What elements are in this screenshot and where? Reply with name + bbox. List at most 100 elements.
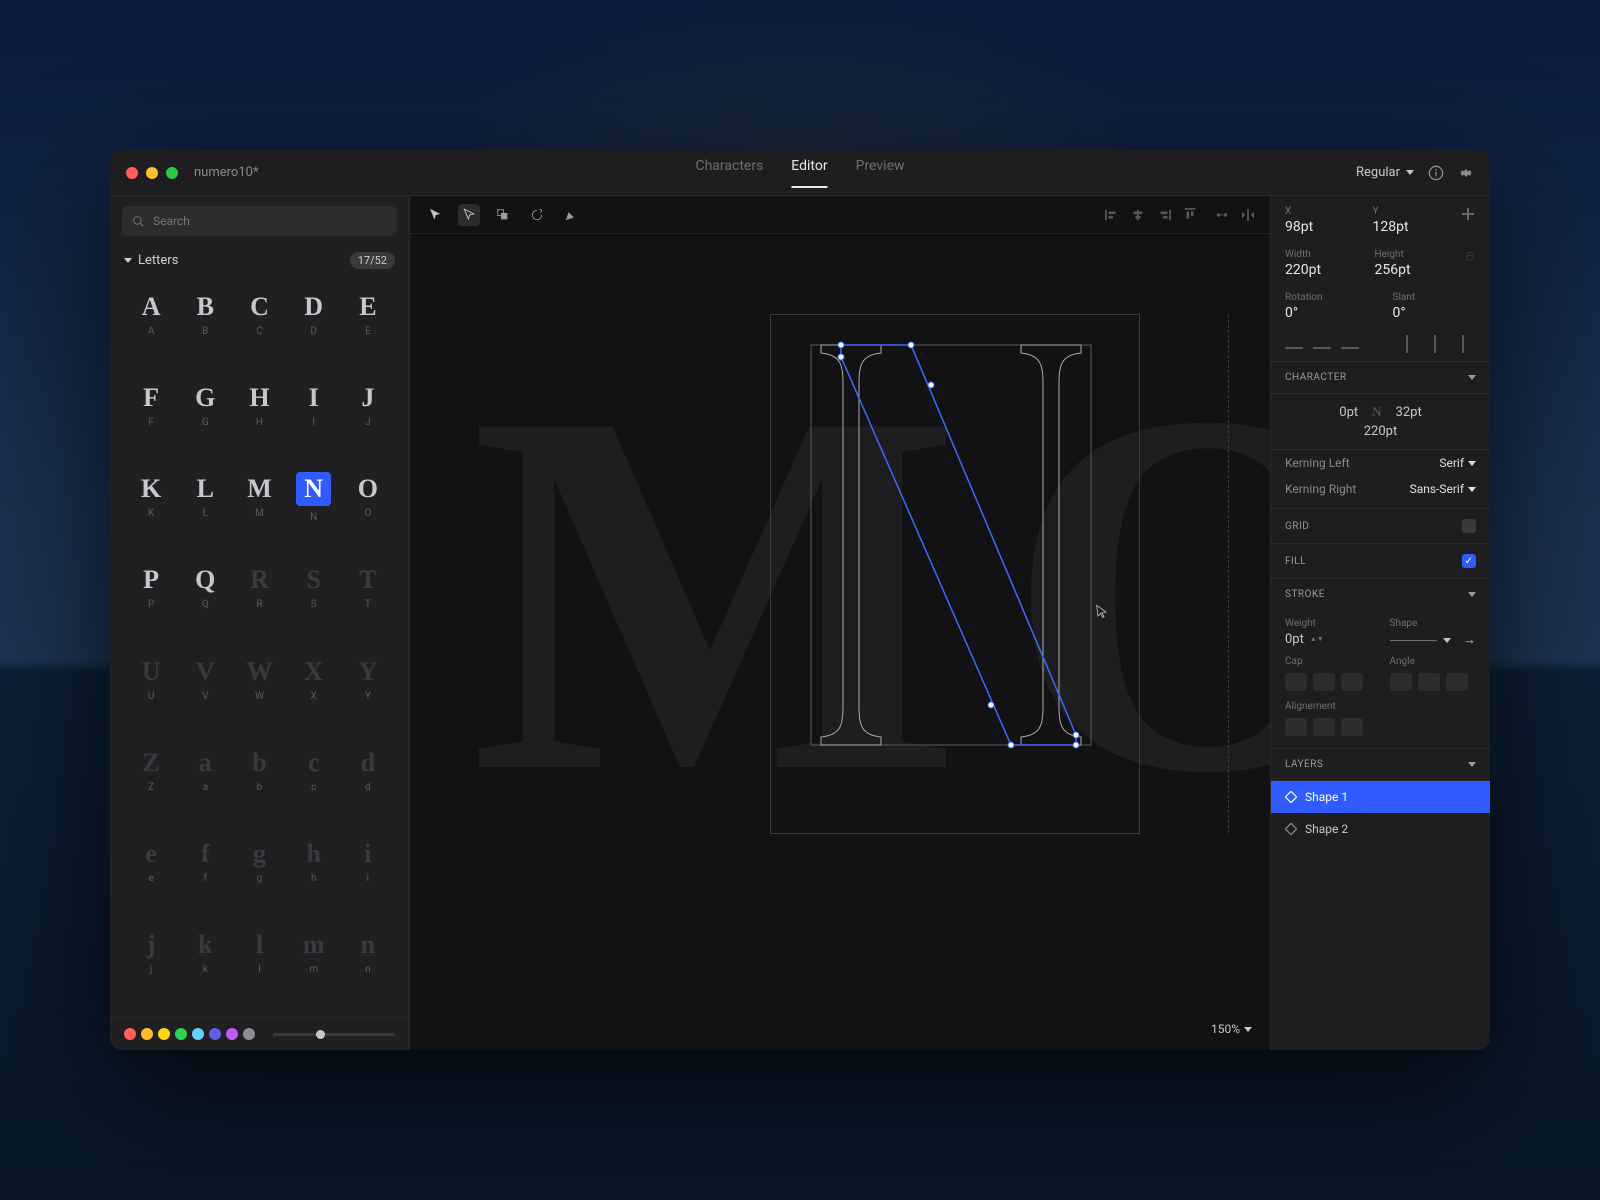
direct-select-tool[interactable] [458, 204, 480, 226]
align-opt-icon[interactable] [1434, 335, 1444, 353]
character-section-header[interactable]: CHARACTER [1271, 362, 1490, 394]
glyph-cell[interactable]: HH [232, 374, 286, 438]
alignment-option[interactable] [1285, 718, 1307, 736]
glyph-outline[interactable] [811, 345, 1091, 775]
window-close-button[interactable] [126, 167, 138, 179]
rotation-field[interactable]: Rotation 0° [1285, 292, 1369, 321]
glyph-cell[interactable]: CC [232, 283, 286, 347]
angle-option[interactable] [1446, 673, 1468, 691]
cap-option[interactable] [1341, 673, 1363, 691]
layer-item[interactable]: Shape 1 [1271, 781, 1490, 813]
stroke-shape-field[interactable]: Shape → [1390, 618, 1477, 648]
color-swatch[interactable] [192, 1028, 204, 1040]
kerning-right-dropdown[interactable]: Sans-Serif [1410, 482, 1476, 496]
glyph-cell[interactable]: KK [124, 466, 178, 530]
glyph-cell[interactable]: UU [124, 648, 178, 712]
glyph-cell[interactable]: hh [287, 831, 341, 895]
canvas[interactable]: M O [410, 234, 1270, 1050]
cap-option[interactable] [1313, 673, 1335, 691]
glyph-cell[interactable]: SS [287, 557, 341, 621]
glyph-cell[interactable]: QQ [178, 557, 232, 621]
glyph-cell[interactable]: XX [287, 648, 341, 712]
align-right-icon[interactable] [1156, 207, 1172, 223]
glyph-cell[interactable]: AA [124, 283, 178, 347]
style-dropdown[interactable]: Regular [1356, 165, 1414, 180]
glyph-cell[interactable]: YY [341, 648, 395, 712]
glyph-cell[interactable]: jj [124, 922, 178, 986]
align-left-icon[interactable] [1104, 207, 1120, 223]
char-right-value[interactable]: 32pt [1396, 405, 1422, 420]
color-swatch[interactable] [175, 1028, 187, 1040]
glyph-cell[interactable]: FF [124, 374, 178, 438]
move-tool[interactable] [424, 204, 446, 226]
layers-section-header[interactable]: LAYERS [1271, 749, 1490, 781]
glyph-cell[interactable]: II [287, 374, 341, 438]
color-swatch[interactable] [243, 1028, 255, 1040]
align-opt-icon[interactable] [1341, 339, 1359, 349]
glyph-cell[interactable]: ZZ [124, 739, 178, 803]
glyph-cell[interactable]: cc [287, 739, 341, 803]
glyph-cell[interactable]: RR [232, 557, 286, 621]
color-swatch[interactable] [141, 1028, 153, 1040]
stroke-section-header[interactable]: STROKE [1271, 579, 1490, 610]
tab-editor[interactable]: Editor [791, 158, 827, 188]
glyph-cell[interactable]: kk [178, 922, 232, 986]
mirror-icon[interactable] [1240, 207, 1256, 223]
glyph-cell[interactable]: WW [232, 648, 286, 712]
window-maximize-button[interactable] [166, 167, 178, 179]
color-swatch[interactable] [226, 1028, 238, 1040]
rotate-tool[interactable] [526, 204, 548, 226]
angle-option[interactable] [1418, 673, 1440, 691]
align-opt-icon[interactable] [1462, 335, 1472, 353]
tab-characters[interactable]: Characters [695, 158, 763, 188]
glyph-cell[interactable]: dd [341, 739, 395, 803]
alignment-option[interactable] [1313, 718, 1335, 736]
zoom-dropdown[interactable]: 150% [1211, 1022, 1252, 1036]
angle-option[interactable] [1390, 673, 1412, 691]
align-top-icon[interactable] [1182, 207, 1198, 223]
width-field[interactable]: Width 220pt [1285, 249, 1351, 278]
cap-option[interactable] [1285, 673, 1307, 691]
glyph-cell[interactable]: OO [341, 466, 395, 530]
align-opt-icon[interactable] [1313, 339, 1331, 349]
glyph-cell[interactable]: nn [341, 922, 395, 986]
grid-section-header[interactable]: GRID [1271, 509, 1490, 544]
height-field[interactable]: Height 256pt [1375, 249, 1441, 278]
shape-tool[interactable] [492, 204, 514, 226]
alignment-option[interactable] [1341, 718, 1363, 736]
tab-preview[interactable]: Preview [856, 158, 905, 188]
fill-toggle[interactable] [1462, 554, 1476, 568]
search-field[interactable] [153, 214, 387, 228]
glyph-cell[interactable]: BB [178, 283, 232, 347]
window-minimize-button[interactable] [146, 167, 158, 179]
char-left-value[interactable]: 0pt [1339, 405, 1358, 420]
glyph-cell[interactable]: ll [232, 922, 286, 986]
glyph-cell[interactable]: ii [341, 831, 395, 895]
align-center-h-icon[interactable] [1130, 207, 1146, 223]
kerning-left-dropdown[interactable]: Serif [1439, 456, 1476, 470]
align-opt-icon[interactable] [1285, 339, 1303, 349]
color-swatch[interactable] [209, 1028, 221, 1040]
layer-item[interactable]: Shape 2 [1271, 813, 1490, 845]
gear-icon[interactable] [1458, 165, 1474, 181]
glyph-cell[interactable]: NN [287, 466, 341, 530]
align-opt-icon[interactable] [1406, 335, 1416, 353]
grid-toggle[interactable] [1462, 519, 1476, 533]
char-width-value[interactable]: 220pt [1285, 424, 1476, 439]
slant-field[interactable]: Slant 0° [1393, 292, 1477, 321]
glyph-cell[interactable]: VV [178, 648, 232, 712]
glyph-cell[interactable]: DD [287, 283, 341, 347]
info-icon[interactable] [1428, 165, 1444, 181]
search-input[interactable] [122, 206, 397, 236]
pen-tool[interactable] [560, 204, 582, 226]
glyph-cell[interactable]: EE [341, 283, 395, 347]
color-swatch[interactable] [158, 1028, 170, 1040]
position-target-icon[interactable] [1460, 206, 1476, 222]
y-field[interactable]: Y 128pt [1373, 206, 1437, 235]
glyph-cell[interactable]: MM [232, 466, 286, 530]
thumbnail-size-slider[interactable] [273, 1033, 395, 1036]
glyph-cell[interactable]: ff [178, 831, 232, 895]
x-field[interactable]: X 98pt [1285, 206, 1349, 235]
glyph-cell[interactable]: PP [124, 557, 178, 621]
distribute-icon[interactable] [1214, 207, 1230, 223]
